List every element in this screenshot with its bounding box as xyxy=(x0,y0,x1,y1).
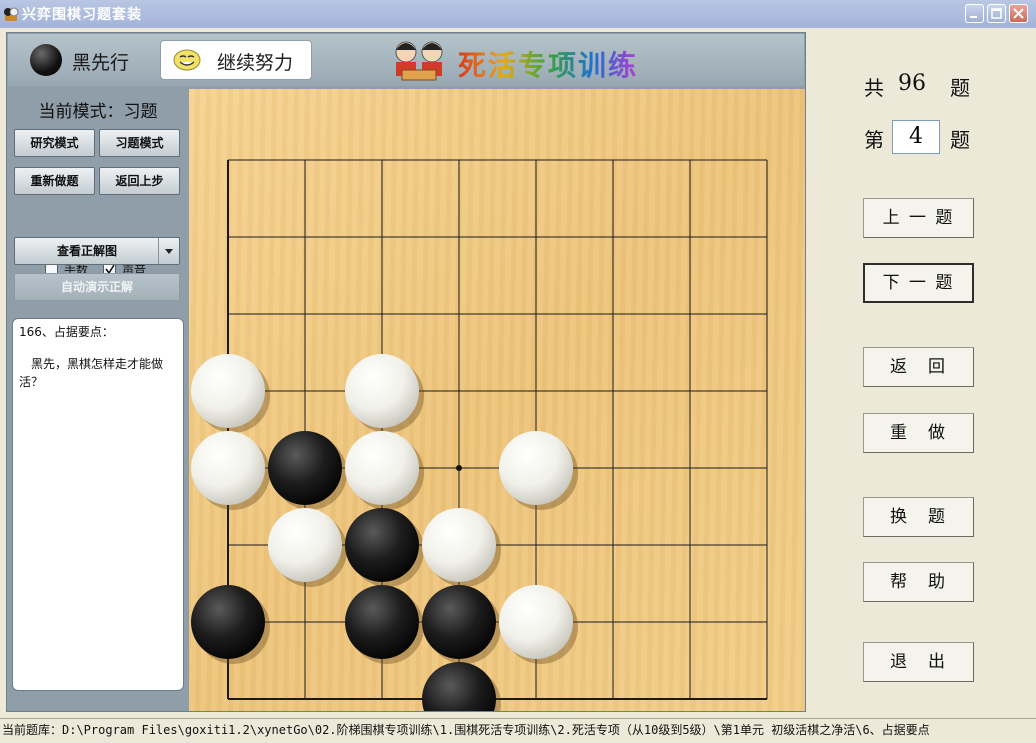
right-panel: 共 96 题 第 4 题 上 一 题 下 一 题 返 回 重 做 换 题 帮 助… xyxy=(806,32,1036,712)
board-panel: 黑先行 继续努力 死活专项训练 当前模式：习题 研究模式 习题模式 重新做题 返… xyxy=(6,32,806,712)
sidebar: 当前模式：习题 研究模式 习题模式 重新做题 返回上步 手数 声音 查看正解图 … xyxy=(8,87,188,711)
maximize-button[interactable] xyxy=(987,4,1006,23)
white-stone xyxy=(499,431,573,505)
change-problem-button[interactable]: 换 题 xyxy=(863,497,974,537)
minimize-button[interactable] xyxy=(965,4,984,23)
black-stone xyxy=(422,662,496,711)
close-button[interactable] xyxy=(1009,4,1028,23)
minimize-icon xyxy=(970,16,977,18)
total-count: 96 xyxy=(898,71,926,96)
problem-description: 黑先，黑棋怎样走才能做活？ xyxy=(19,357,164,389)
white-stone xyxy=(345,354,419,428)
total-suffix: 题 xyxy=(950,76,970,100)
undo-step-button[interactable]: 返回上步 xyxy=(99,167,180,195)
mode-label: 当前模式：习题 xyxy=(38,102,158,122)
black-stone xyxy=(422,585,496,659)
header: 黑先行 继续努力 死活专项训练 xyxy=(8,34,804,86)
help-button[interactable]: 帮 助 xyxy=(863,562,974,602)
children-logo-icon xyxy=(395,41,443,81)
window-title: 兴弈围棋习题套装 xyxy=(22,7,142,23)
banner-title: 死活专项训练 xyxy=(458,44,638,84)
view-solution-button[interactable]: 查看正解图 xyxy=(14,237,180,265)
problem-text-box[interactable]: 166、占据要点： 黑先，黑棋怎样走才能做活？ xyxy=(12,318,184,691)
next-problem-button[interactable]: 下 一 题 xyxy=(863,263,974,303)
view-solution-label: 查看正解图 xyxy=(56,244,117,258)
study-mode-button[interactable]: 研究模式 xyxy=(14,129,95,157)
prev-problem-button[interactable]: 上 一 题 xyxy=(863,198,974,238)
white-stone xyxy=(422,508,496,582)
title-bar: 兴弈围棋习题套装 xyxy=(0,0,1036,28)
white-stone xyxy=(191,431,265,505)
status-bar: 当前题库：D:\Program Files\goxiti1.2\xynetGo\… xyxy=(0,718,1036,743)
go-board[interactable] xyxy=(189,89,805,711)
total-prefix: 共 xyxy=(864,76,884,100)
white-stone xyxy=(268,508,342,582)
problem-title: 166、占据要点： xyxy=(19,325,114,339)
black-stone xyxy=(345,585,419,659)
banner: 死活专项训练 xyxy=(388,38,708,82)
maximize-icon xyxy=(991,8,1002,19)
current-suffix: 题 xyxy=(950,128,970,152)
problem-number-input[interactable]: 4 xyxy=(892,120,940,154)
black-stone-icon xyxy=(30,44,62,76)
white-stone xyxy=(191,354,265,428)
exit-button[interactable]: 退 出 xyxy=(863,642,974,682)
turn-label: 黑先行 xyxy=(72,52,130,74)
black-stone xyxy=(345,508,419,582)
redo-problem-button[interactable]: 重新做题 xyxy=(14,167,95,195)
stones-layer xyxy=(191,354,578,711)
back-button[interactable]: 返 回 xyxy=(863,347,974,387)
black-stone xyxy=(268,431,342,505)
white-stone xyxy=(499,585,573,659)
black-stone xyxy=(191,585,265,659)
message-box: 继续努力 xyxy=(160,40,312,80)
board-grid[interactable] xyxy=(189,89,805,711)
chevron-down-icon xyxy=(165,249,173,254)
auto-demo-button[interactable]: 自动演示正解 xyxy=(14,273,180,301)
message-label: 继续努力 xyxy=(217,52,294,74)
smiley-icon xyxy=(173,49,201,71)
redo-button[interactable]: 重 做 xyxy=(863,413,974,453)
close-icon xyxy=(1013,8,1024,19)
view-solution-dropdown[interactable] xyxy=(158,238,179,264)
app-icon xyxy=(4,7,19,21)
star-point xyxy=(456,465,462,471)
exercise-mode-button[interactable]: 习题模式 xyxy=(99,129,180,157)
current-prefix: 第 xyxy=(864,128,884,152)
white-stone xyxy=(345,431,419,505)
